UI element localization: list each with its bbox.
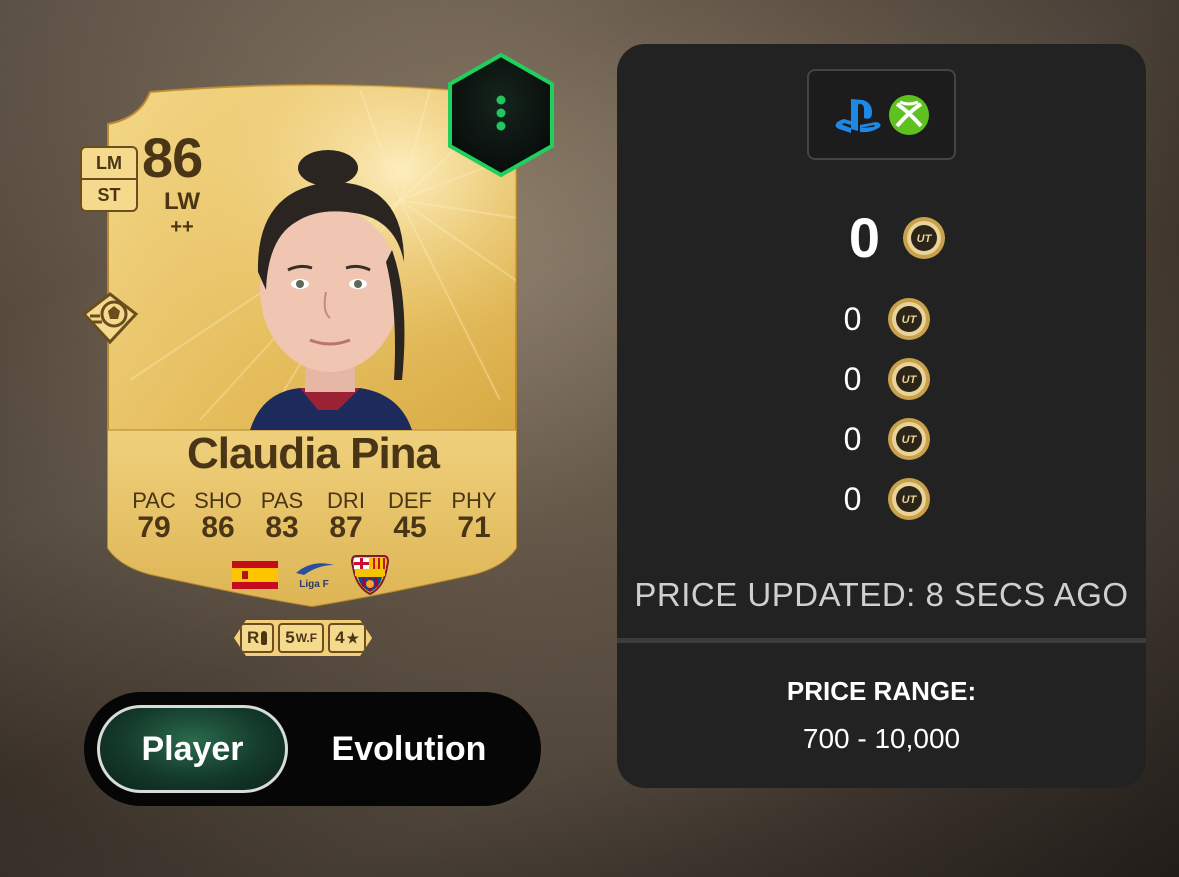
price-row: 0 UT: [617, 417, 1146, 461]
stats-row: PAC 79 SHO 86 PAS 83 DRI 87 DEF 45 PHY 7…: [122, 490, 506, 544]
stat-value: 79: [137, 511, 171, 544]
stat-label: SHO: [194, 488, 242, 513]
stat-label: DEF: [388, 488, 432, 513]
overall-rating: 86: [142, 126, 203, 189]
price-row: 0 UT: [617, 297, 1146, 341]
coin-icon: UT: [888, 358, 931, 400]
price-row: 0 UT: [617, 357, 1146, 401]
alt-position-badge: LM: [80, 146, 138, 180]
price-value: 0: [843, 361, 862, 397]
position-plus: ++: [170, 216, 194, 238]
stat-value: 86: [201, 511, 235, 544]
stat-label: PHY: [451, 488, 497, 513]
stage: 86 LM ST LW ++ Claudia Pina PAC 79 SHO 8…: [0, 0, 1179, 877]
coin-icon: UT: [903, 217, 946, 259]
card-options-button[interactable]: [446, 52, 556, 178]
foot-icon: [261, 631, 267, 645]
price-value: 0: [843, 481, 862, 517]
toggle-evolution-button[interactable]: Evolution: [306, 705, 512, 793]
foot-skills-row: R 5 W.F 4 ★: [234, 620, 372, 656]
more-vertical-icon: [496, 95, 506, 131]
stat-value: 45: [393, 511, 427, 544]
svg-text:UT: UT: [902, 314, 918, 326]
stat-pac: PAC 79: [122, 490, 186, 544]
liga-f-logo-icon: Liga F: [296, 563, 334, 590]
svg-text:UT: UT: [902, 434, 918, 446]
price-panel: 0 UT 0 UT 0 UT 0 UT 0 UT PRICE UPDATED: …: [617, 44, 1146, 788]
main-position: LW: [164, 188, 200, 215]
alt-positions: LM ST: [80, 146, 138, 214]
divider: [617, 638, 1146, 643]
price-range-label: PRICE RANGE:: [786, 676, 977, 706]
nation-league-club: Liga F: [232, 554, 390, 596]
weak-foot-label: W.F: [295, 631, 318, 645]
current-price: 0: [848, 206, 881, 269]
current-price-row: 0 UT: [617, 210, 1146, 266]
preferred-foot: R: [247, 628, 260, 647]
stat-def: DEF 45: [378, 490, 442, 544]
stat-label: PAC: [132, 488, 176, 513]
stat-phy: PHY 71: [442, 490, 506, 544]
skill-moves-badge: 4 ★: [328, 623, 366, 653]
stat-value: 87: [329, 511, 363, 544]
stat-dri: DRI 87: [314, 490, 378, 544]
price-range-value: 700 - 10,000: [802, 723, 961, 754]
platform-selector-button[interactable]: [807, 69, 956, 160]
star-icon: ★: [346, 629, 360, 646]
weak-foot-badge: 5 W.F: [278, 623, 324, 653]
coin-icon: UT: [888, 298, 931, 340]
price-value: 0: [843, 301, 862, 337]
league-logo-text: Liga F: [299, 579, 328, 590]
coin-icon: UT: [888, 478, 931, 520]
price-value: 0: [843, 421, 862, 457]
coin-icon: UT: [888, 418, 931, 460]
stat-value: 83: [265, 511, 299, 544]
preferred-foot-badge: R: [240, 623, 274, 653]
stat-pas: PAS 83: [250, 490, 314, 544]
playstation-icon: [835, 98, 880, 133]
player-name: Claudia Pina: [186, 429, 440, 478]
toggle-player-button[interactable]: Player: [97, 705, 288, 793]
spain-flag-icon: [232, 561, 278, 589]
stat-value: 71: [457, 511, 491, 544]
weak-foot-value: 5: [285, 628, 295, 647]
svg-text:UT: UT: [902, 374, 918, 386]
stat-label: PAS: [260, 488, 304, 513]
svg-text:UT: UT: [902, 494, 918, 506]
price-updated-text: PRICE UPDATED: 8 SECS AGO: [634, 576, 1129, 613]
stat-sho: SHO 86: [186, 490, 250, 544]
stat-label: DRI: [327, 488, 365, 513]
svg-text:UT: UT: [917, 233, 933, 245]
price-row: 0 UT: [617, 477, 1146, 521]
xbox-icon: [888, 94, 929, 135]
alt-position-badge: ST: [80, 178, 138, 212]
playstyle-plus-icon: [81, 292, 139, 345]
fc-barcelona-crest-icon: [350, 555, 390, 596]
skill-moves-value: 4: [335, 628, 345, 647]
